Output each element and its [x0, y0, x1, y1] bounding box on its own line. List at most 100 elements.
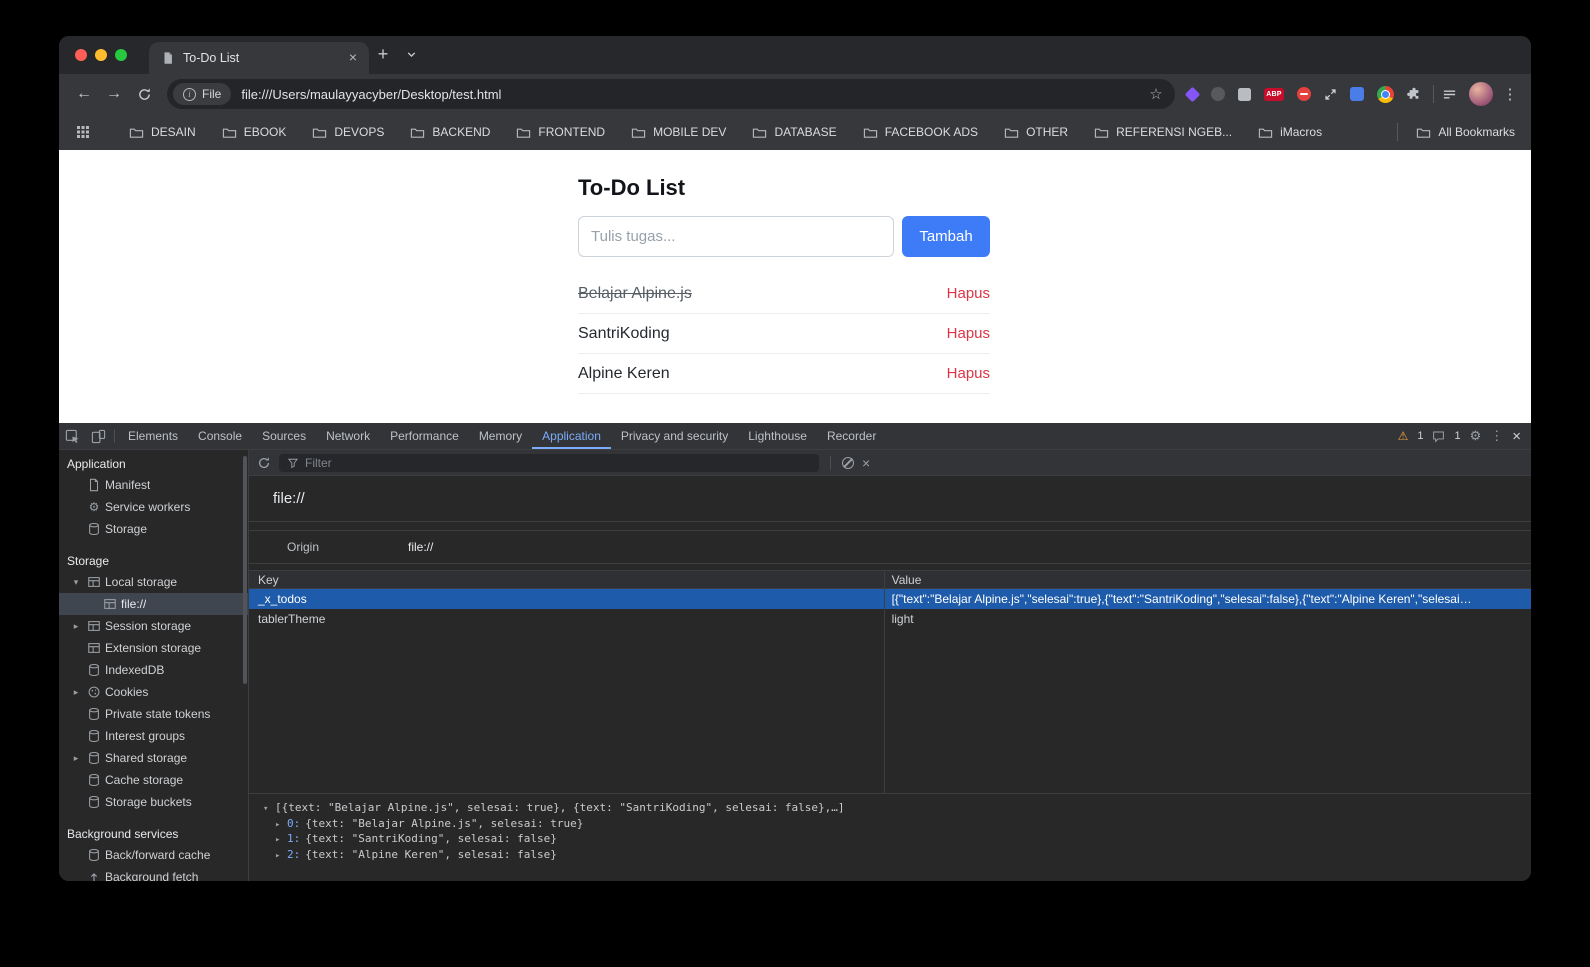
storage-key: _x_todos: [258, 592, 307, 606]
sidebar-item-background-fetch[interactable]: Background fetch: [59, 866, 248, 881]
refresh-icon[interactable]: [257, 456, 271, 470]
browser-tab[interactable]: To-Do List ×: [149, 42, 369, 74]
sidebar-item-cookies[interactable]: ▸ Cookies: [59, 681, 248, 703]
tab-lighthouse[interactable]: Lighthouse: [738, 423, 817, 449]
expander-closed-icon[interactable]: ▸: [69, 687, 83, 698]
bookmark-folder-ebook[interactable]: EBOOK: [222, 125, 286, 140]
url-file-chip[interactable]: i File: [173, 83, 232, 105]
devtools-menu-kebab-icon[interactable]: ⋮: [1490, 428, 1503, 444]
inspect-element-icon[interactable]: [59, 429, 85, 444]
forward-button[interactable]: →: [99, 79, 129, 109]
extension-blue-icon[interactable]: [1350, 87, 1364, 101]
apps-grid-icon[interactable]: [75, 124, 91, 140]
expander-open-icon[interactable]: ▾: [69, 577, 83, 588]
preview-item-row[interactable]: ▸ 2: {text: "Alpine Keren", selesai: false…: [249, 847, 1531, 863]
sidebar-item-storage[interactable]: Storage: [59, 518, 248, 540]
extension-gem-icon[interactable]: [1184, 86, 1201, 102]
sidebar-item-storage-buckets[interactable]: Storage buckets: [59, 791, 248, 813]
reload-button[interactable]: [129, 79, 159, 109]
delete-selected-icon[interactable]: ×: [862, 456, 870, 470]
sidebar-item-local-storage[interactable]: ▾ Local storage: [59, 571, 248, 593]
bookmark-star-icon[interactable]: ☆: [1143, 85, 1169, 103]
preview-item-row[interactable]: ▸ 1: {text: "SantriKoding", selesai: false…: [249, 831, 1531, 847]
devtools-settings-gear-icon[interactable]: ⚙: [1470, 428, 1482, 444]
expander-closed-icon[interactable]: ▸: [275, 833, 287, 847]
preview-item-row[interactable]: ▸ 0: {text: "Belajar Alpine.js", selesai: …: [249, 816, 1531, 832]
tab-close-icon[interactable]: ×: [345, 50, 361, 66]
bookmark-folder-frontend[interactable]: FRONTEND: [516, 125, 605, 140]
tab-elements[interactable]: Elements: [118, 423, 188, 449]
storage-row-tabler-theme[interactable]: tablerTheme light: [249, 609, 1531, 629]
extension-square-icon[interactable]: [1238, 87, 1251, 101]
storage-origin-title: file://: [249, 476, 1531, 522]
bookmark-folder-other[interactable]: OTHER: [1004, 125, 1068, 140]
sidebar-scrollbar[interactable]: [243, 456, 247, 684]
extension-dim-icon[interactable]: [1211, 87, 1225, 101]
address-bar[interactable]: i File file:///Users/maulayyacyber/Deskt…: [167, 79, 1175, 109]
media-controls-icon[interactable]: [1442, 87, 1457, 102]
bookmark-folder-devops[interactable]: DEVOPS: [312, 125, 384, 140]
add-todo-button[interactable]: Tambah: [902, 216, 990, 257]
bookmark-folder-referensi[interactable]: REFERENSI NGEB...: [1094, 125, 1232, 140]
tab-memory[interactable]: Memory: [469, 423, 532, 449]
sidebar-item-session-storage[interactable]: ▸ Session storage: [59, 615, 248, 637]
delete-todo-link[interactable]: Hapus: [947, 365, 990, 382]
sidebar-item-private-state-tokens[interactable]: Private state tokens: [59, 703, 248, 725]
bookmark-folder-facebook-ads[interactable]: FACEBOOK ADS: [863, 125, 978, 140]
tab-network[interactable]: Network: [316, 423, 380, 449]
expander-closed-icon[interactable]: ▸: [275, 849, 287, 863]
delete-todo-link[interactable]: Hapus: [947, 325, 990, 342]
sidebar-item-cache-storage[interactable]: Cache storage: [59, 769, 248, 791]
clear-all-icon[interactable]: [842, 456, 854, 469]
sidebar-item-service-workers[interactable]: ⚙ Service workers: [59, 496, 248, 518]
sidebar-item-back-forward-cache[interactable]: Back/forward cache: [59, 844, 248, 866]
delete-todo-link[interactable]: Hapus: [947, 285, 990, 302]
preview-root-row[interactable]: ▾ [{text: "Belajar Alpine.js", selesai: t…: [249, 800, 1531, 816]
filter-box[interactable]: [279, 453, 819, 472]
extension-abp-icon[interactable]: ABP: [1264, 87, 1284, 101]
filter-input[interactable]: [305, 455, 811, 470]
expander-closed-icon[interactable]: ▸: [69, 621, 83, 632]
profile-avatar[interactable]: [1469, 82, 1493, 106]
tab-console[interactable]: Console: [188, 423, 252, 449]
minimize-window-button[interactable]: [95, 49, 107, 61]
sidebar-item-extension-storage[interactable]: Extension storage: [59, 637, 248, 659]
tab-performance[interactable]: Performance: [380, 423, 469, 449]
browser-menu-kebab-icon[interactable]: ⋮: [1499, 85, 1521, 103]
tab-privacy-and-security[interactable]: Privacy and security: [611, 423, 738, 449]
bookmark-folder-database[interactable]: DATABASE: [752, 125, 837, 140]
expander-closed-icon[interactable]: ▸: [275, 818, 287, 832]
extension-red-icon[interactable]: [1297, 87, 1311, 101]
back-button[interactable]: ←: [69, 79, 99, 109]
sidebar-item-interest-groups[interactable]: Interest groups: [59, 725, 248, 747]
storage-row-x-todos[interactable]: _x_todos [{"text":"Belajar Alpine.js","s…: [249, 589, 1531, 609]
console-messages-icon[interactable]: [1432, 430, 1445, 443]
sidebar-item-file-origin[interactable]: file://: [59, 593, 248, 615]
tab-application[interactable]: Application: [532, 423, 611, 449]
tab-sources[interactable]: Sources: [252, 423, 316, 449]
bookmark-folder-imacros[interactable]: iMacros: [1258, 125, 1322, 140]
expander-open-icon[interactable]: ▾: [263, 802, 275, 816]
chrome-logo-icon[interactable]: [1377, 85, 1394, 103]
expander-closed-icon[interactable]: ▸: [69, 753, 83, 764]
warning-icon[interactable]: ⚠: [1398, 429, 1409, 443]
bookmark-folder-desain[interactable]: DESAIN: [129, 125, 196, 140]
extensions-puzzle-icon[interactable]: [1407, 87, 1421, 101]
sidebar-item-indexeddb[interactable]: IndexedDB: [59, 659, 248, 681]
sidebar-item-shared-storage[interactable]: ▸ Shared storage: [59, 747, 248, 769]
new-tab-button[interactable]: +: [369, 40, 397, 68]
bookmark-folder-mobile-dev[interactable]: MOBILE DEV: [631, 125, 726, 140]
tab-recorder[interactable]: Recorder: [817, 423, 886, 449]
bookmark-folder-backend[interactable]: BACKEND: [410, 125, 490, 140]
device-toolbar-icon[interactable]: [85, 429, 111, 444]
zoom-window-button[interactable]: [115, 49, 127, 61]
extension-expand-arrows-icon[interactable]: [1324, 88, 1337, 101]
todo-input[interactable]: [578, 216, 894, 257]
column-divider[interactable]: [883, 571, 885, 793]
tab-search-chevron-icon[interactable]: [397, 40, 425, 68]
close-window-button[interactable]: [75, 49, 87, 61]
devtools-close-icon[interactable]: ×: [1512, 428, 1521, 445]
origin-row[interactable]: Origin file://: [249, 530, 1531, 564]
sidebar-item-manifest[interactable]: Manifest: [59, 474, 248, 496]
all-bookmarks-button[interactable]: All Bookmarks: [1416, 125, 1515, 140]
